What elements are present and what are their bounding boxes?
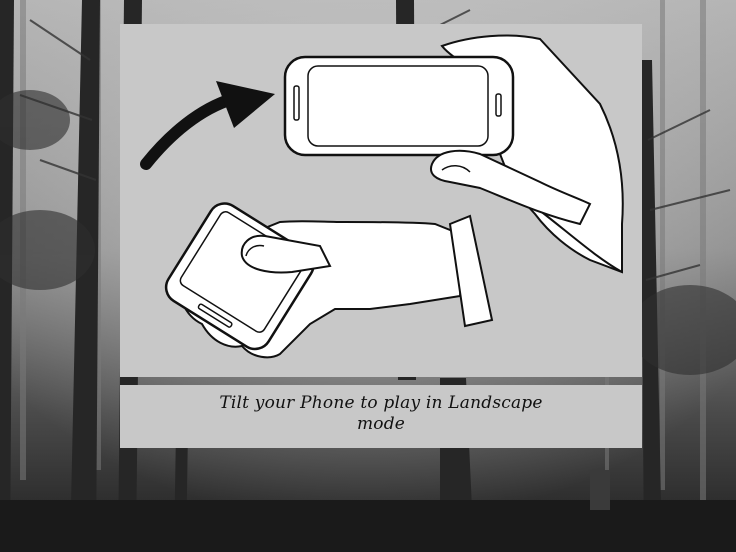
rotate-arrow-icon [140,81,275,170]
rotate-instruction-text: Tilt your Phone to play in Landscape mod… [219,393,543,434]
caption-box: Tilt your Phone to play in Landscape mod… [120,385,642,448]
left-sleeve-cuff [448,214,494,328]
landscape-phone-icon [283,55,515,157]
rotate-instruction-panel [120,24,642,377]
